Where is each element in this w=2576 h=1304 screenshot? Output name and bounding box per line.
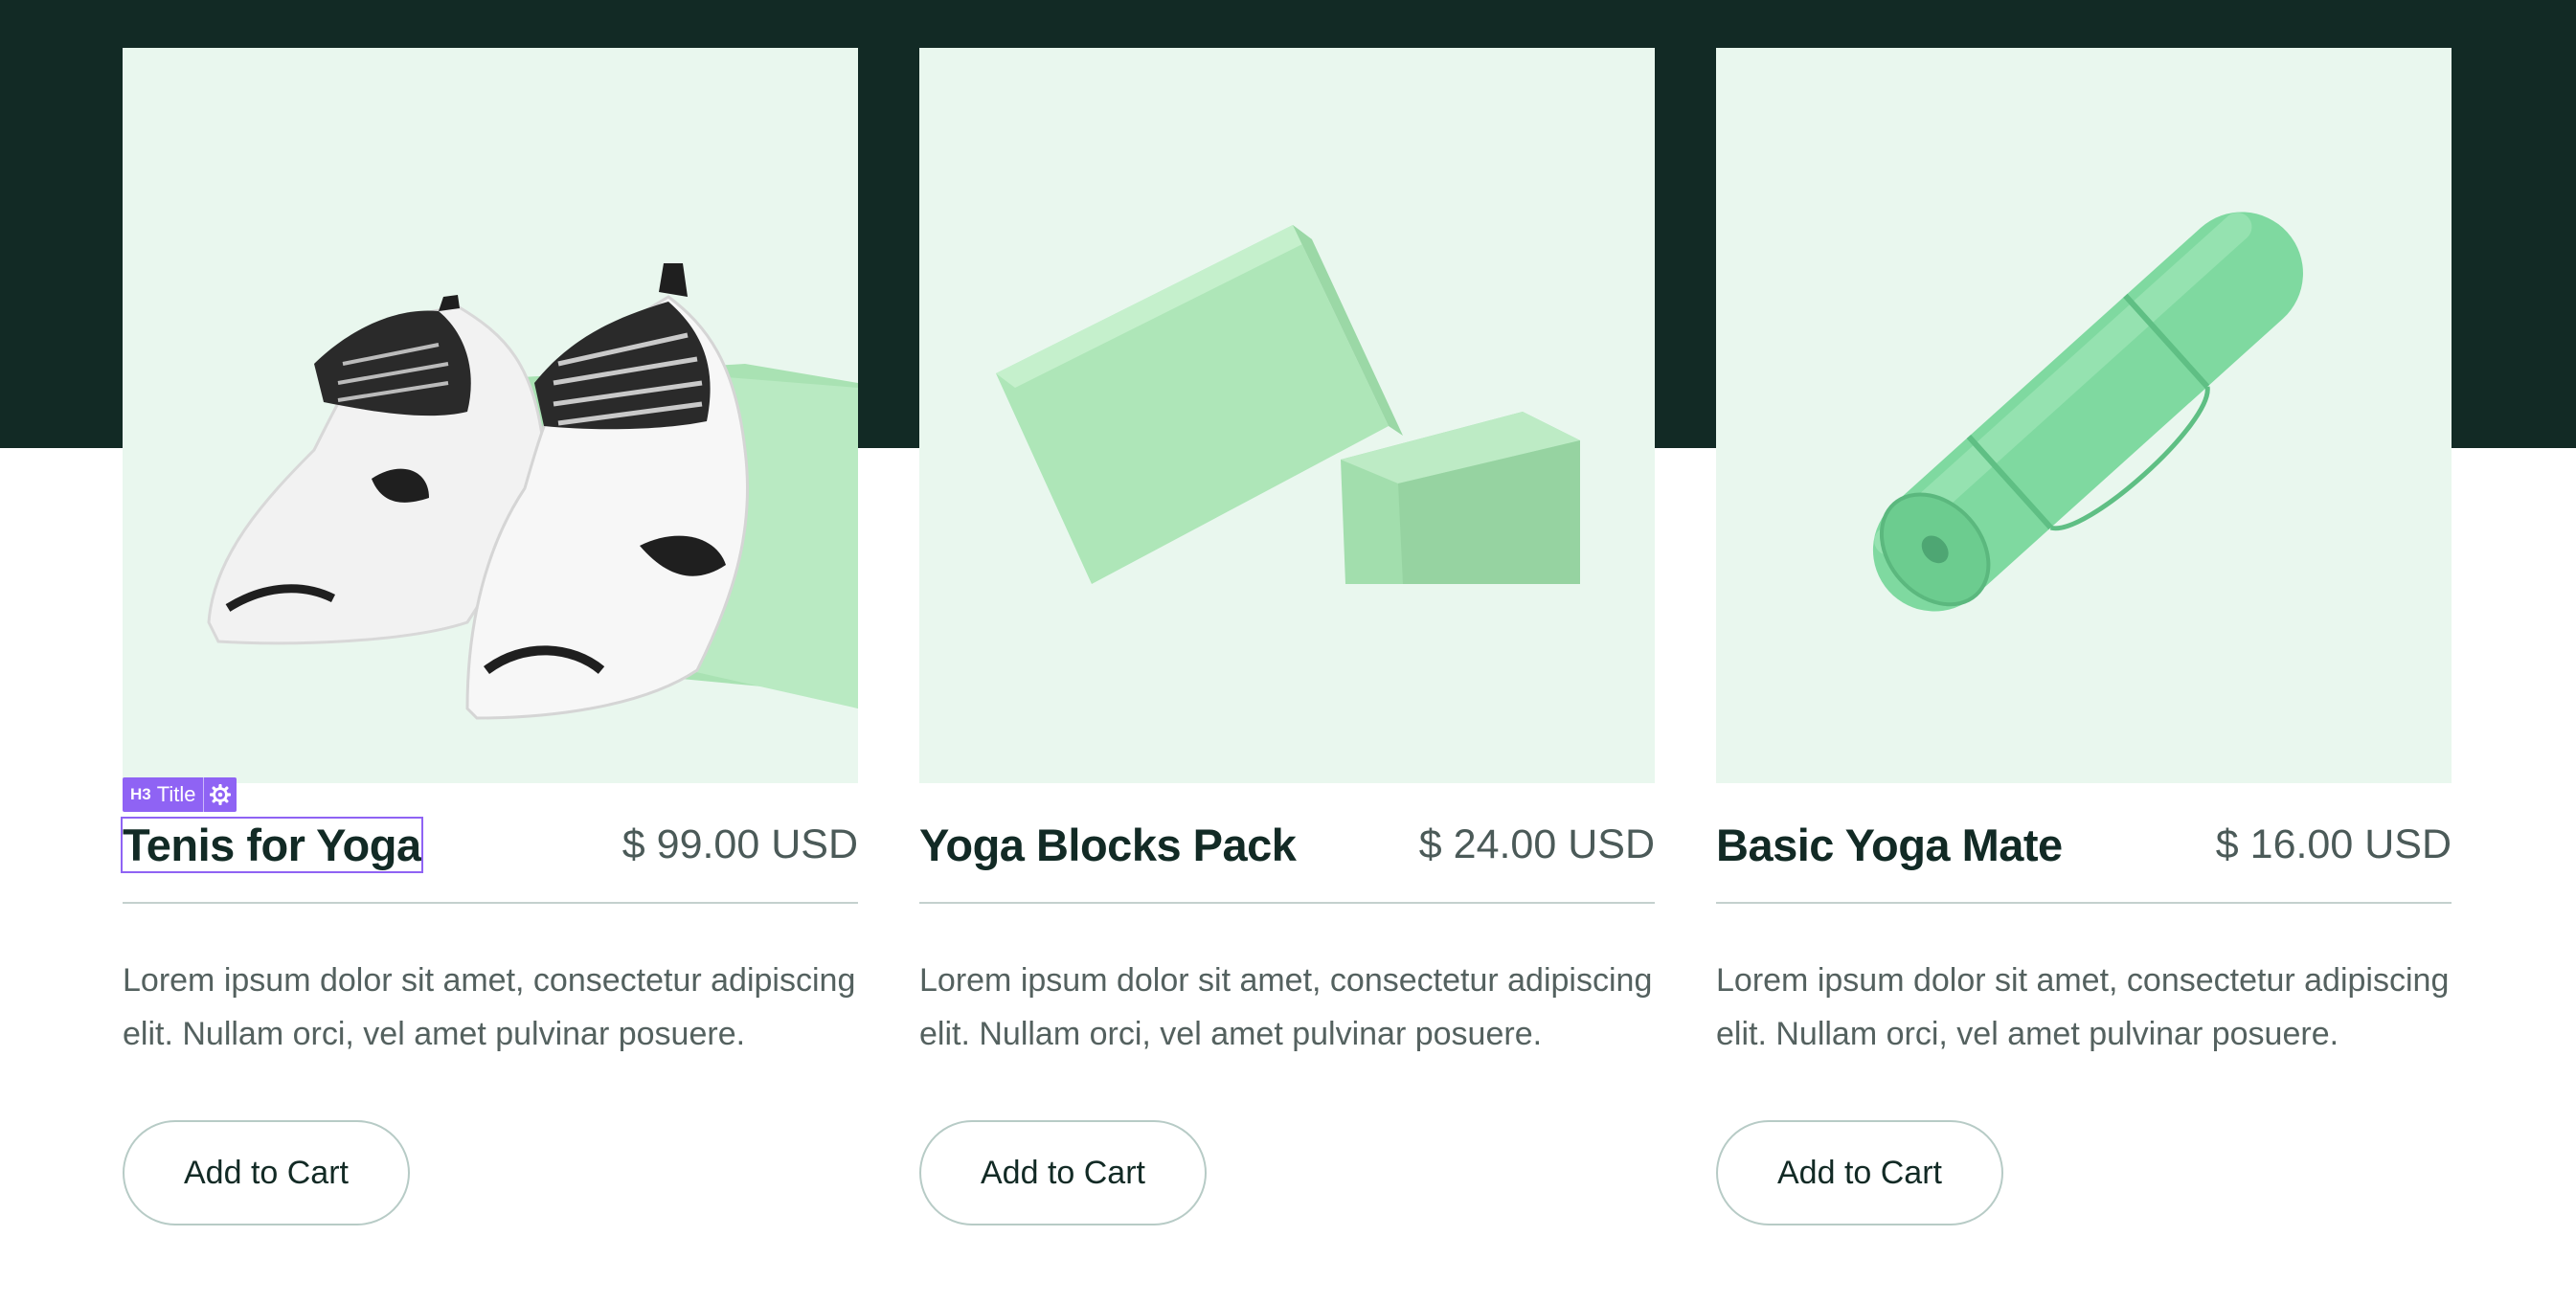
product-listing-page: H3 Title Tenis for Yoga $ 99.00 USD Lore… xyxy=(0,0,2576,1304)
divider xyxy=(919,902,1655,904)
product-title[interactable]: Tenis for Yoga xyxy=(121,816,423,873)
product-description: Lorem ipsum dolor sit amet, consectetur … xyxy=(123,962,856,1052)
product-title-row: Basic Yoga Mate $ 16.00 USD xyxy=(1716,814,2452,875)
divider xyxy=(1716,902,2452,904)
product-price: $ 16.00 USD xyxy=(2215,821,2452,867)
badge-tag: H3 xyxy=(130,785,151,803)
product-description: Lorem ipsum dolor sit amet, consectetur … xyxy=(1716,962,2450,1052)
add-to-cart-button[interactable]: Add to Cart xyxy=(123,1120,410,1225)
product-card: Basic Yoga Mate $ 16.00 USD Lorem ipsum … xyxy=(1716,48,2452,1225)
product-grid: H3 Title Tenis for Yoga $ 99.00 USD Lore… xyxy=(121,48,2453,1225)
rolled-yoga-mat-image[interactable] xyxy=(1716,48,2452,783)
yoga-blocks-image[interactable] xyxy=(919,48,1655,783)
product-card: Yoga Blocks Pack $ 24.00 USD Lorem ipsum… xyxy=(919,48,1655,1225)
editor-selection-badge[interactable]: H3 Title xyxy=(123,777,237,812)
badge-label: H3 Title xyxy=(123,777,203,812)
add-to-cart-button[interactable]: Add to Cart xyxy=(919,1120,1207,1225)
product-title-row: Yoga Blocks Pack $ 24.00 USD xyxy=(919,814,1655,875)
product-description: Lorem ipsum dolor sit amet, consectetur … xyxy=(919,962,1653,1052)
yoga-sneakers-image[interactable] xyxy=(123,48,858,783)
gear-icon[interactable] xyxy=(203,777,237,812)
product-title[interactable]: Basic Yoga Mate xyxy=(1716,819,2063,871)
product-price: $ 24.00 USD xyxy=(1418,821,1655,867)
product-card: H3 Title Tenis for Yoga $ 99.00 USD Lore… xyxy=(121,48,858,1225)
divider xyxy=(123,902,858,904)
badge-text: Title xyxy=(156,782,196,806)
add-to-cart-button[interactable]: Add to Cart xyxy=(1716,1120,2003,1225)
product-title-row: H3 Title Tenis for Yoga $ 99.00 USD xyxy=(121,777,858,875)
product-price: $ 99.00 USD xyxy=(621,821,858,867)
product-title[interactable]: Yoga Blocks Pack xyxy=(919,819,1297,871)
